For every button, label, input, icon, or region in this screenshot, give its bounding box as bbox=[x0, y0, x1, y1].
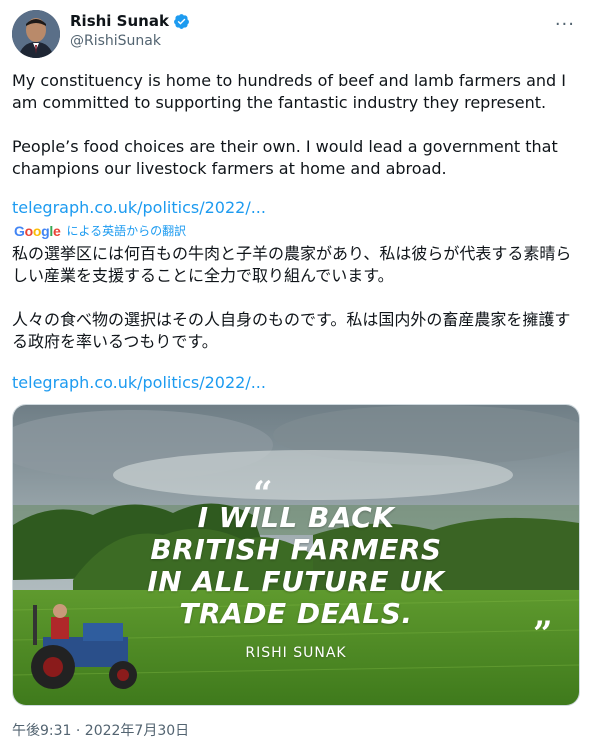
translation-attribution[interactable]: Google による英語からの翻訳 bbox=[14, 222, 186, 239]
verified-badge-icon bbox=[173, 13, 189, 29]
tweet-image[interactable]: “ ” I WILL BACK BRITISH FARMERS IN ALL F… bbox=[12, 404, 580, 706]
google-logo: Google bbox=[14, 222, 61, 239]
translation-label: による英語からの翻訳 bbox=[66, 224, 187, 238]
tweet-timestamp[interactable]: 午後9:31 · 2022年7月30日 bbox=[12, 720, 189, 740]
tweet-paragraph-2: People’s food choices are their own. I w… bbox=[12, 137, 563, 178]
translated-paragraph-1: 私の選挙区には何百もの牛肉と子羊の農家があり、私は彼らが代表する素晴らしい産業を… bbox=[12, 244, 572, 285]
quote-line-3: IN ALL FUTURE UK bbox=[147, 565, 445, 598]
author-name[interactable]: Rishi Sunak bbox=[70, 12, 169, 30]
quote-attribution: RISHI SUNAK bbox=[245, 645, 347, 661]
avatar[interactable] bbox=[12, 10, 60, 58]
translated-paragraph-2: 人々の食べ物の選択はその人自身のものです。私は国内外の畜産農家を擁護する政府を率… bbox=[12, 310, 571, 351]
quote-line-2: BRITISH FARMERS bbox=[150, 533, 442, 566]
more-options-icon[interactable]: ··· bbox=[555, 14, 575, 35]
tweet-header: Rishi Sunak @RishiSunak ··· bbox=[12, 10, 579, 58]
tweet-text: My constituency is home to hundreds of b… bbox=[12, 70, 579, 202]
quote-line-4: TRADE DEALS. bbox=[179, 597, 413, 630]
quote-line-1: I WILL BACK bbox=[197, 501, 395, 534]
author-handle[interactable]: @RishiSunak bbox=[70, 33, 161, 49]
tweet-paragraph-1: My constituency is home to hundreds of b… bbox=[12, 71, 572, 112]
translated-link[interactable]: telegraph.co.uk/politics/2022/... bbox=[12, 373, 266, 392]
tweet-link[interactable]: telegraph.co.uk/politics/2022/... bbox=[12, 198, 266, 217]
